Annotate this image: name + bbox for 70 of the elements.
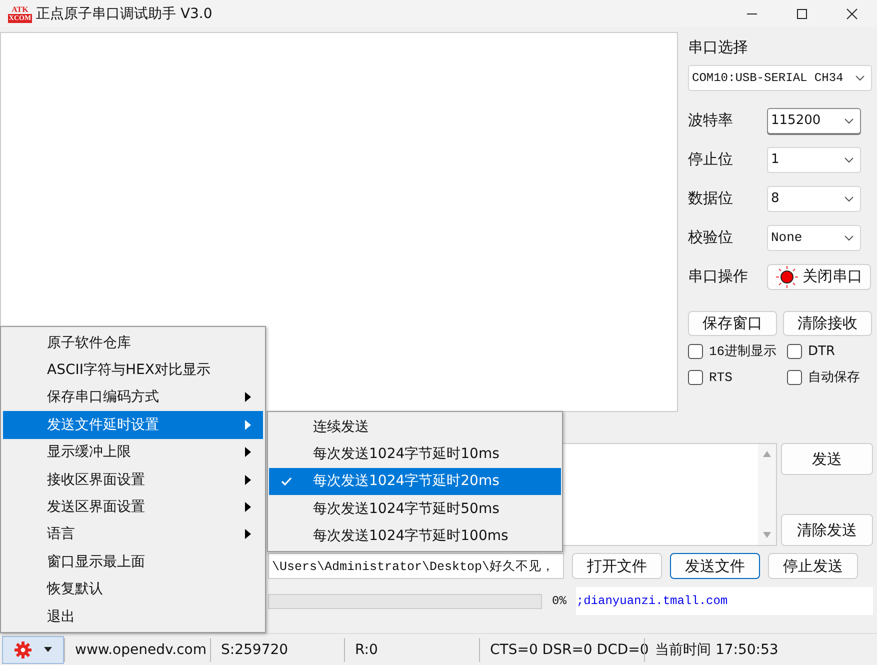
menu-item[interactable]: 恢复默认 bbox=[3, 576, 263, 603]
caret-icon bbox=[44, 647, 52, 652]
checkbox[interactable] bbox=[787, 344, 802, 358]
submenu-arrow-icon bbox=[245, 447, 251, 458]
maximize-icon bbox=[796, 8, 808, 20]
checkbox-label[interactable]: DTR bbox=[808, 344, 835, 358]
submenu-arrow-icon bbox=[245, 392, 251, 402]
chevron-down-icon bbox=[844, 118, 854, 124]
panel-button[interactable]: 保存窗口 bbox=[688, 311, 777, 336]
scroll-down-icon bbox=[762, 531, 772, 539]
menu-item[interactable]: 每次发送1024字节延时10ms bbox=[269, 440, 561, 468]
scrollbar[interactable] bbox=[758, 444, 776, 545]
menu-item[interactable]: 发送区界面设置 bbox=[3, 493, 263, 521]
submenu-arrow-icon bbox=[245, 420, 251, 430]
check-icon bbox=[281, 476, 292, 486]
status-text: S:259720 bbox=[210, 638, 344, 662]
scroll-up-icon bbox=[762, 450, 772, 458]
file-button[interactable]: 停止发送 bbox=[768, 553, 858, 579]
checkbox-label[interactable]: 自动保存 bbox=[808, 368, 860, 386]
field-label: 校验位 bbox=[688, 228, 734, 247]
menu-item[interactable]: 原子软件仓库 bbox=[3, 329, 263, 356]
menu-item[interactable]: 每次发送1024字节延时20ms bbox=[269, 468, 561, 496]
dropdown[interactable]: 115200 bbox=[767, 108, 861, 134]
file-button[interactable]: 发送文件 bbox=[670, 553, 760, 579]
window-title: 正点原子串口调试助手 V3.0 bbox=[36, 4, 212, 22]
submenu-arrow-icon bbox=[245, 474, 251, 485]
progress-reading: 0% bbox=[552, 594, 566, 608]
checkbox[interactable] bbox=[688, 344, 703, 358]
dropdown[interactable]: 8 bbox=[767, 186, 861, 212]
close-port-button[interactable]: 关闭串口 bbox=[767, 264, 871, 290]
chevron-down-icon bbox=[844, 156, 854, 162]
menu-item[interactable]: 发送文件延时设置 bbox=[3, 411, 263, 439]
chevron-down-icon bbox=[844, 196, 854, 202]
close-icon bbox=[846, 8, 858, 20]
dropdown[interactable]: None bbox=[767, 224, 861, 250]
submenu-arrow-icon bbox=[245, 502, 251, 512]
checkbox-label[interactable]: 16进制显示 bbox=[709, 342, 777, 360]
menu-item[interactable]: ASCII字符与HEX对比显示 bbox=[3, 356, 263, 384]
menu-item[interactable]: 每次发送1024字节延时50ms bbox=[269, 495, 561, 523]
field-label: 停止位 bbox=[688, 150, 734, 169]
menu-item[interactable]: 窗口显示最上面 bbox=[3, 548, 263, 576]
status-text: www.openedv.com bbox=[64, 638, 210, 662]
status-lamp-icon bbox=[776, 266, 798, 288]
file-button[interactable]: 打开文件 bbox=[572, 553, 662, 579]
menu-item[interactable]: 语言 bbox=[3, 520, 263, 548]
menu-item[interactable]: 退出 bbox=[3, 602, 263, 630]
file-path-field[interactable]: \Users\Administrator\Desktop\好久不见， bbox=[268, 553, 564, 579]
menu-item[interactable]: 连续发送 bbox=[269, 413, 561, 440]
dropdown[interactable]: 1 bbox=[767, 146, 861, 172]
menu-item[interactable]: 接收区界面设置 bbox=[3, 466, 263, 494]
settings-icon bbox=[14, 640, 32, 658]
field-label: 串口操作 bbox=[688, 267, 749, 286]
port-dropdown[interactable]: COM10:USB-SERIAL CH34 bbox=[688, 65, 872, 91]
clear-send-button[interactable]: 清除发送 bbox=[781, 514, 873, 546]
menu-item[interactable]: 保存串口编码方式 bbox=[3, 384, 263, 412]
panel-button[interactable]: 清除接收 bbox=[783, 311, 872, 336]
checkbox[interactable] bbox=[688, 370, 703, 384]
checkbox[interactable] bbox=[787, 370, 802, 384]
section-label: 串口选择 bbox=[688, 38, 749, 57]
status-text: R:0 bbox=[344, 638, 479, 662]
chevron-down-icon bbox=[855, 75, 865, 81]
menu-item[interactable]: 每次发送1024字节延时100ms bbox=[269, 522, 561, 550]
field-label: 数据位 bbox=[688, 189, 734, 208]
menu-item[interactable]: 显示缓冲上限 bbox=[3, 438, 263, 466]
checkbox-label[interactable]: RTS bbox=[709, 370, 732, 384]
field-label: 波特率 bbox=[688, 111, 734, 130]
chevron-down-icon bbox=[844, 234, 854, 240]
settings-menu-button[interactable] bbox=[2, 636, 64, 664]
submenu-arrow-icon bbox=[245, 529, 251, 540]
send-button[interactable]: 发送 bbox=[781, 443, 873, 475]
